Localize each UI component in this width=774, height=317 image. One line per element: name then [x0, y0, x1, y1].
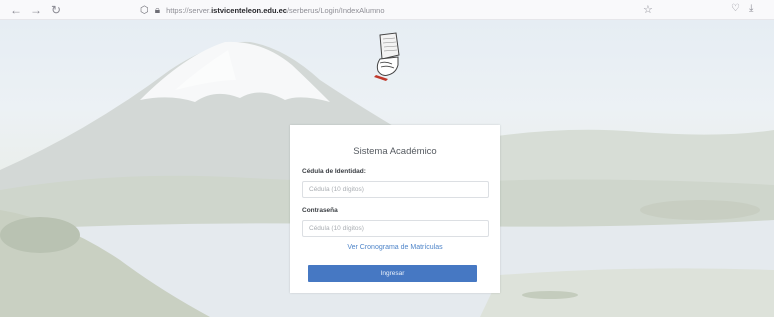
star-icon[interactable]: ☆	[643, 3, 653, 16]
url-domain: istvicenteleon.edu.ec	[211, 5, 287, 15]
address-bar[interactable]: ⬡ 🔒︎ https://server.istvicenteleon.edu.e…	[140, 2, 630, 18]
lock-icon[interactable]: 🔒︎	[155, 5, 160, 16]
password-label: Contraseña	[302, 207, 338, 214]
id-label: Cédula de Identidad:	[302, 168, 366, 175]
page-title: Sistema Académico	[353, 146, 437, 157]
url-text[interactable]: https://server.istvicenteleon.edu.ec/ser…	[166, 6, 384, 15]
reload-icon[interactable]: ↻	[48, 0, 64, 20]
url-path: /serberus/Login/IndexAlumno	[286, 5, 385, 15]
arrow-left-icon[interactable]: ←	[8, 0, 24, 20]
shield-icon[interactable]: ⬡	[140, 5, 149, 16]
institution-logo	[374, 32, 400, 81]
browser-toolbar: ← → ↻ ⬡ 🔒︎ https://server.istvicenteleon…	[0, 0, 774, 20]
url-prefix: https://server.	[166, 5, 212, 15]
download-icon[interactable]: ⤓	[749, 3, 753, 14]
id-input[interactable]: Cédula (10 dígitos)	[302, 181, 489, 198]
login-button[interactable]: Ingresar	[308, 265, 477, 282]
password-input[interactable]: Cédula (10 dígitos)	[302, 220, 489, 237]
login-card: Sistema Académico Cédula de Identidad: C…	[290, 125, 500, 293]
schedule-link[interactable]: Ver Cronograma de Matrículas	[302, 243, 488, 253]
arrow-right-icon[interactable]: →	[28, 0, 44, 20]
pocket-icon[interactable]: ♡	[731, 3, 740, 14]
